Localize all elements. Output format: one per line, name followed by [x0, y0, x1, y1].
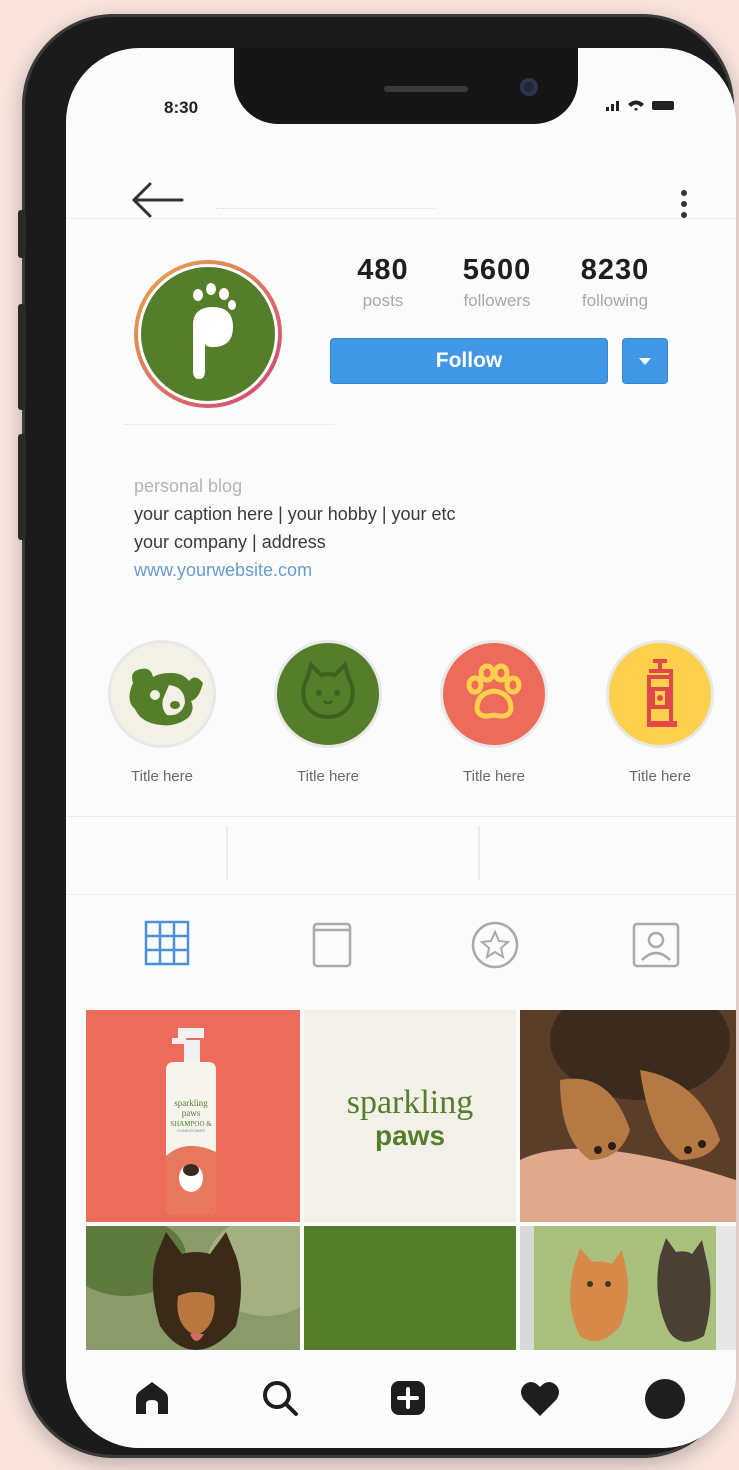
followers-label: followers [463, 291, 531, 310]
notch [234, 48, 578, 124]
stat-following[interactable]: 8230 following [560, 254, 670, 311]
suggestions-dropdown-button[interactable] [622, 338, 668, 384]
stats-separator [226, 826, 228, 880]
mute-switch [18, 210, 26, 258]
highlight-title: Title here [463, 768, 525, 785]
highlight-circle [274, 640, 382, 748]
speaker [384, 86, 468, 92]
highlight-dog[interactable]: Title here [106, 640, 218, 785]
highlight-title: Title here [297, 768, 359, 785]
post-green[interactable] [304, 1226, 516, 1350]
status-time: 8:30 [164, 98, 199, 117]
bio-website-link[interactable]: www.yourwebsite.com [134, 556, 654, 584]
bio: personal blog your caption here | your h… [134, 472, 654, 584]
shampoo-icon [647, 659, 677, 727]
bio-category: personal blog [134, 476, 243, 496]
stats-separator [478, 826, 480, 880]
profile-header [66, 138, 736, 238]
star-icon[interactable] [470, 920, 520, 970]
post-cats[interactable] [520, 1226, 736, 1350]
highlight-title: Title here [131, 768, 193, 785]
cats-window-photo [520, 1226, 736, 1350]
post-dog-paws[interactable] [520, 1010, 736, 1222]
bottom-navigation [66, 1350, 736, 1448]
bottle-sublabel: CONDITIONER [177, 1128, 205, 1133]
tabs-divider [66, 894, 736, 895]
cat-icon [301, 661, 355, 720]
back-arrow-icon[interactable] [130, 182, 186, 218]
brand-logo-icon [193, 283, 236, 379]
follow-button[interactable]: Follow [330, 338, 608, 384]
posts-label: posts [362, 291, 404, 310]
paw-icon [466, 663, 522, 719]
tv-icon[interactable] [312, 920, 352, 968]
highlight-circle [606, 640, 714, 748]
display-name-placeholder [124, 424, 334, 426]
logo-wordmark-top: sparkling [346, 1084, 474, 1121]
add-post-icon[interactable] [388, 1378, 428, 1418]
grid-icon[interactable] [144, 920, 190, 966]
followers-count: 5600 [462, 254, 532, 286]
phone-screen: 8:30 480 posts 5600 followers 8230 follo… [66, 48, 736, 1448]
german-shepherd-photo [86, 1226, 300, 1350]
bio-line-2: your company | address [134, 532, 326, 552]
wifi-icon [628, 100, 644, 111]
front-camera [520, 78, 538, 96]
highlights-divider [66, 816, 736, 817]
phone-frame: 8:30 480 posts 5600 followers 8230 follo… [18, 14, 736, 1458]
highlight-paw[interactable]: Title here [438, 640, 550, 785]
avatar[interactable] [138, 264, 278, 404]
bottle-label: SHAMPOO & [170, 1120, 212, 1128]
highlight-title: Title here [629, 768, 691, 785]
header-divider [66, 218, 736, 219]
more-options-icon[interactable] [680, 190, 688, 218]
volume-down-button [18, 434, 26, 540]
battery-icon [652, 101, 674, 110]
tagged-icon[interactable] [632, 920, 680, 968]
volume-up-button [18, 304, 26, 410]
home-icon[interactable] [132, 1378, 172, 1418]
stat-posts[interactable]: 480 posts [328, 254, 438, 311]
highlight-circle [108, 640, 216, 748]
following-count: 8230 [580, 254, 650, 286]
heart-icon[interactable] [518, 1378, 562, 1418]
stat-followers[interactable]: 5600 followers [442, 254, 552, 311]
dog-icon [129, 668, 203, 726]
bio-line-1: your caption here | your hobby | your et… [134, 504, 456, 524]
logo-wordmark-bottom: paws [374, 1120, 446, 1151]
highlight-shampoo[interactable]: Title here [604, 640, 716, 785]
highlight-circle [440, 640, 548, 748]
posts-count: 480 [357, 254, 409, 286]
highlight-cat[interactable]: Title here [272, 640, 384, 785]
following-label: following [581, 291, 649, 310]
post-logo[interactable]: sparkling paws [304, 1010, 516, 1222]
status-icons [606, 98, 686, 117]
post-german-shepherd[interactable] [86, 1226, 300, 1350]
dog-paws-photo [520, 1010, 736, 1222]
signal-icon [606, 101, 619, 111]
search-icon[interactable] [260, 1378, 300, 1418]
bottle-brand: sparkling paws [174, 1098, 208, 1118]
profile-icon[interactable] [644, 1378, 686, 1420]
post-shampoo[interactable]: sparkling paws SHAMPOO & CONDITIONER [86, 1010, 300, 1222]
username-placeholder [216, 208, 436, 211]
